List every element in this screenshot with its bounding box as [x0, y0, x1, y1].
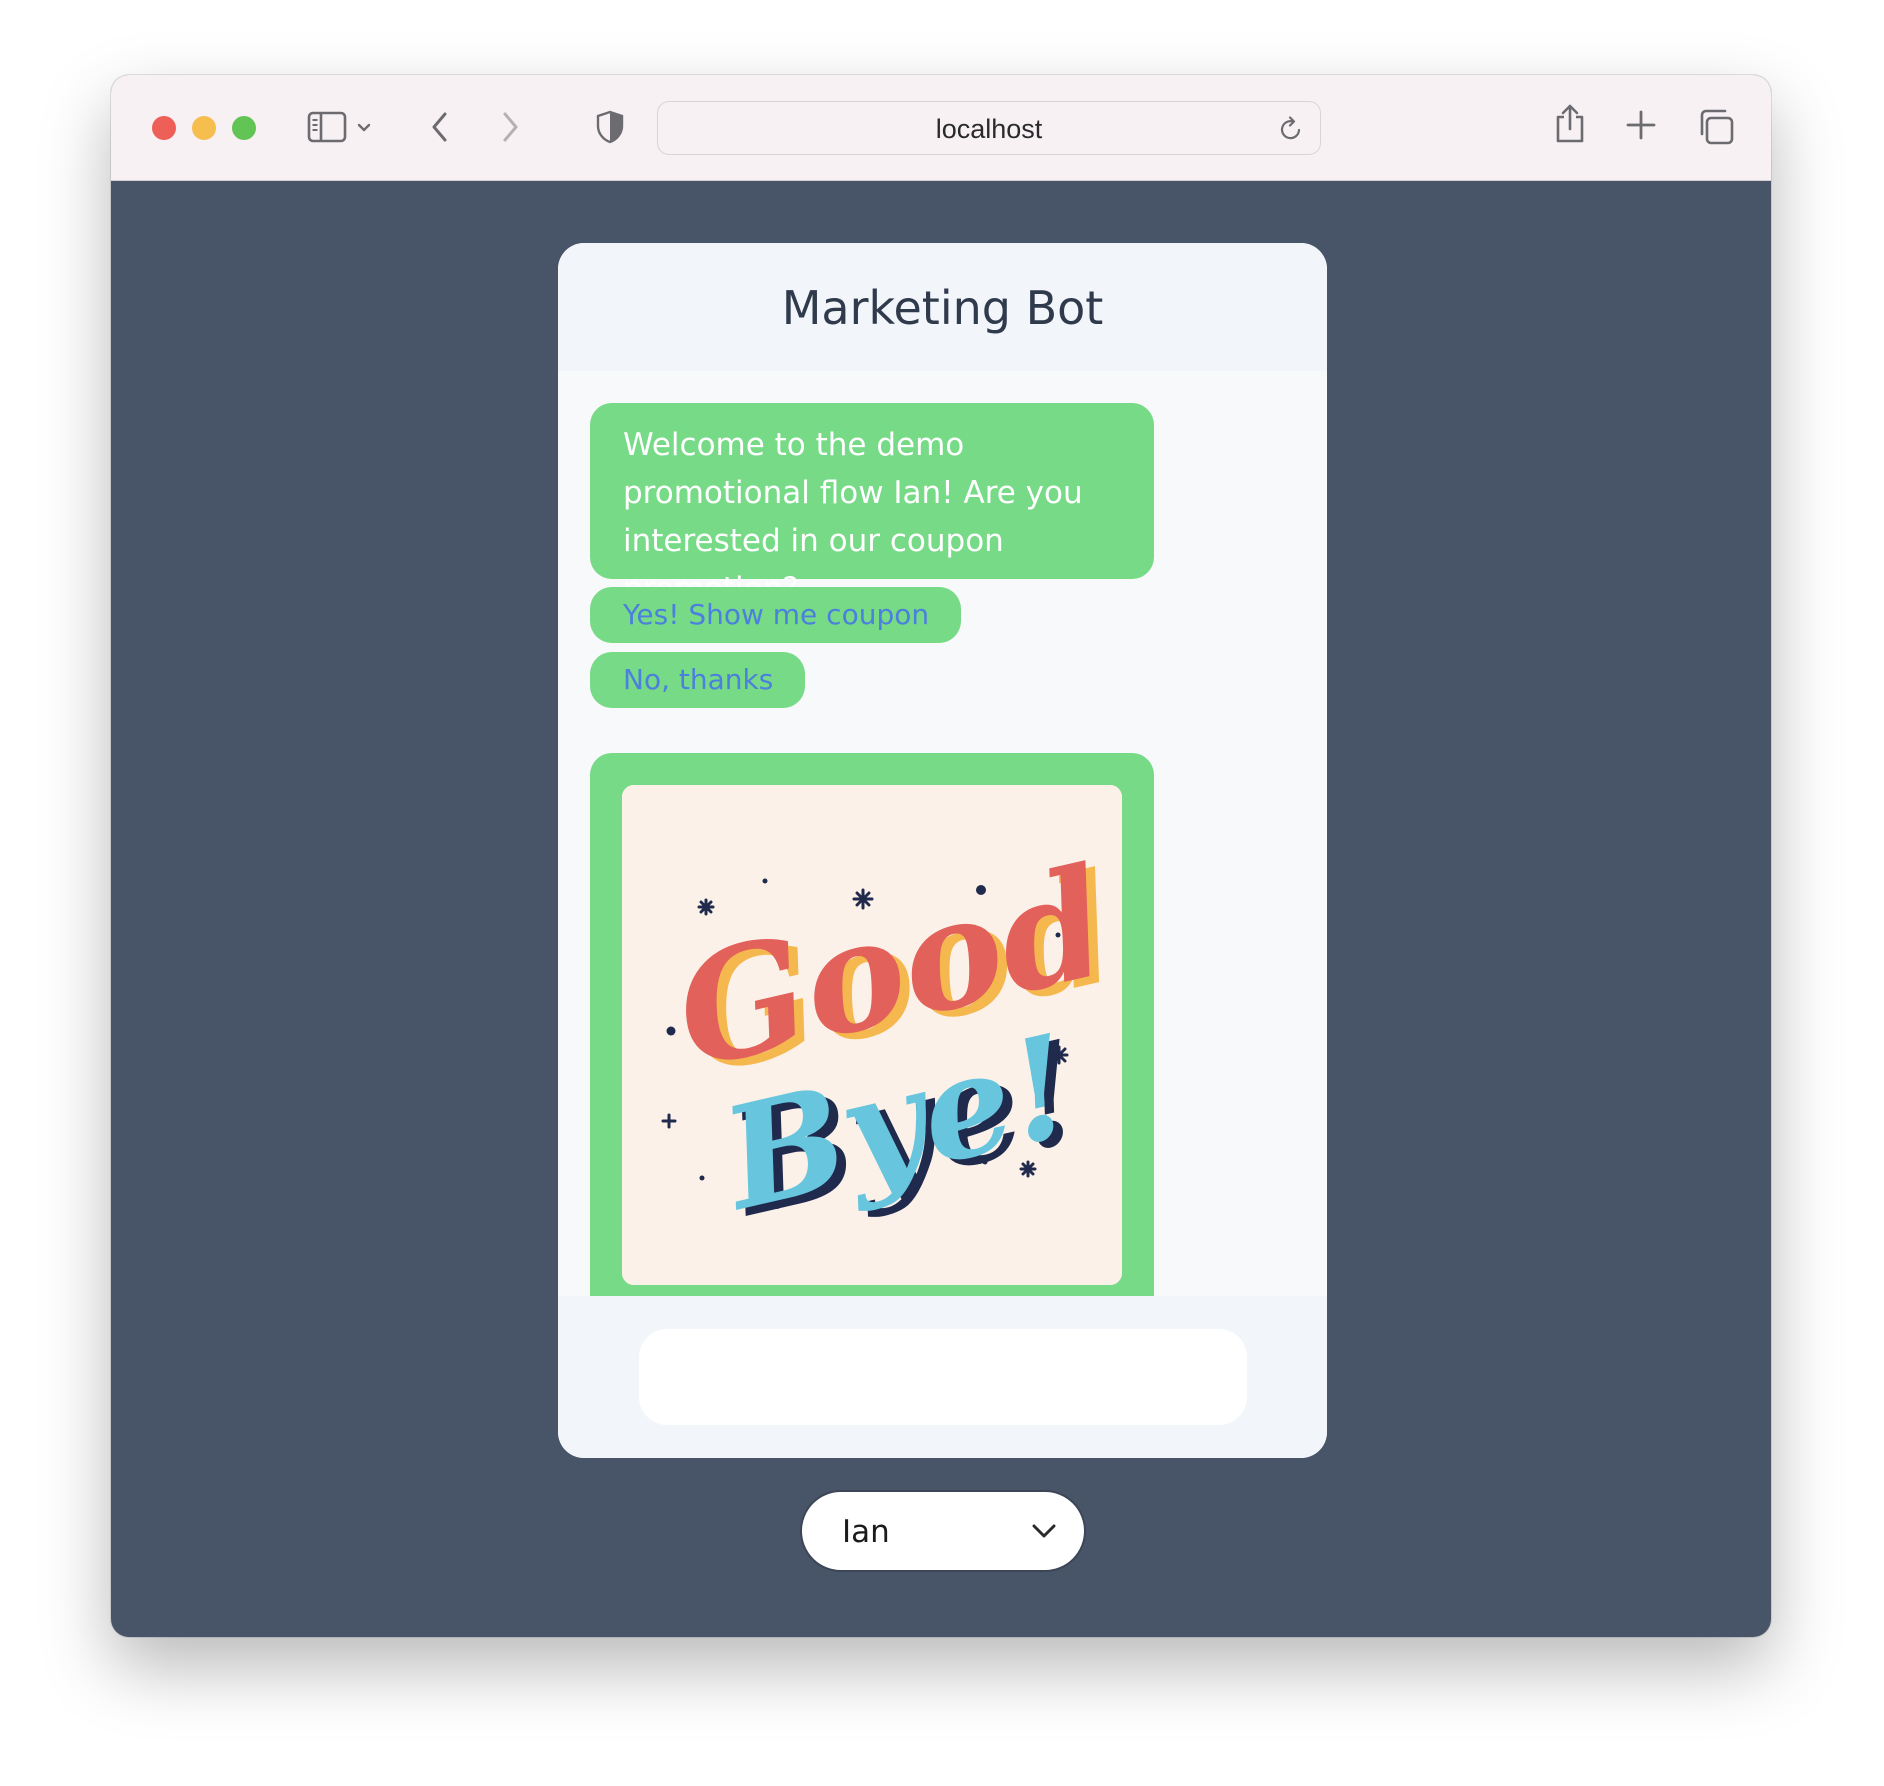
- good-bye-lettering-image: Good Good Bye! Bye!: [622, 785, 1122, 1285]
- browser-toolbar: localhost: [111, 75, 1771, 181]
- bot-image-message: Good Good Bye! Bye!: [590, 753, 1154, 1296]
- sidebar-icon[interactable]: [307, 111, 347, 143]
- chevron-down-icon[interactable]: [355, 115, 373, 139]
- chevron-left-icon[interactable]: [427, 109, 453, 145]
- chat-header: Marketing Bot: [558, 243, 1327, 371]
- user-select[interactable]: Ian: [800, 1490, 1086, 1572]
- quick-reply-yes-button[interactable]: Yes! Show me coupon: [590, 587, 962, 643]
- chat-title: Marketing Bot: [781, 281, 1104, 335]
- bot-message: Welcome to the demo promotional flow Ian…: [590, 403, 1154, 607]
- reload-icon[interactable]: [1278, 115, 1304, 148]
- chevron-down-icon: [1030, 1520, 1058, 1547]
- chevron-right-icon[interactable]: [497, 109, 523, 145]
- maximize-window-button[interactable]: [232, 116, 256, 140]
- chat-widget: Marketing Bot Welcome to the demo promot…: [558, 243, 1327, 1458]
- share-icon[interactable]: [1553, 103, 1587, 145]
- close-window-button[interactable]: [152, 116, 176, 140]
- message-list[interactable]: Welcome to the demo promotional flow Ian…: [558, 371, 1327, 1296]
- tabs-overview-icon[interactable]: [1697, 108, 1735, 146]
- user-select-value: Ian: [842, 1514, 890, 1550]
- chat-composer: [558, 1296, 1327, 1458]
- address-bar[interactable]: localhost: [657, 101, 1321, 155]
- url-text: localhost: [935, 114, 1043, 144]
- quick-reply-no-button[interactable]: No, thanks: [590, 652, 806, 708]
- plus-icon[interactable]: [1625, 109, 1657, 141]
- message-input[interactable]: [639, 1329, 1247, 1425]
- shield-icon[interactable]: [595, 109, 625, 145]
- browser-window: localhost Marketing Bot Welcome to the d…: [111, 75, 1771, 1637]
- minimize-window-button[interactable]: [192, 116, 216, 140]
